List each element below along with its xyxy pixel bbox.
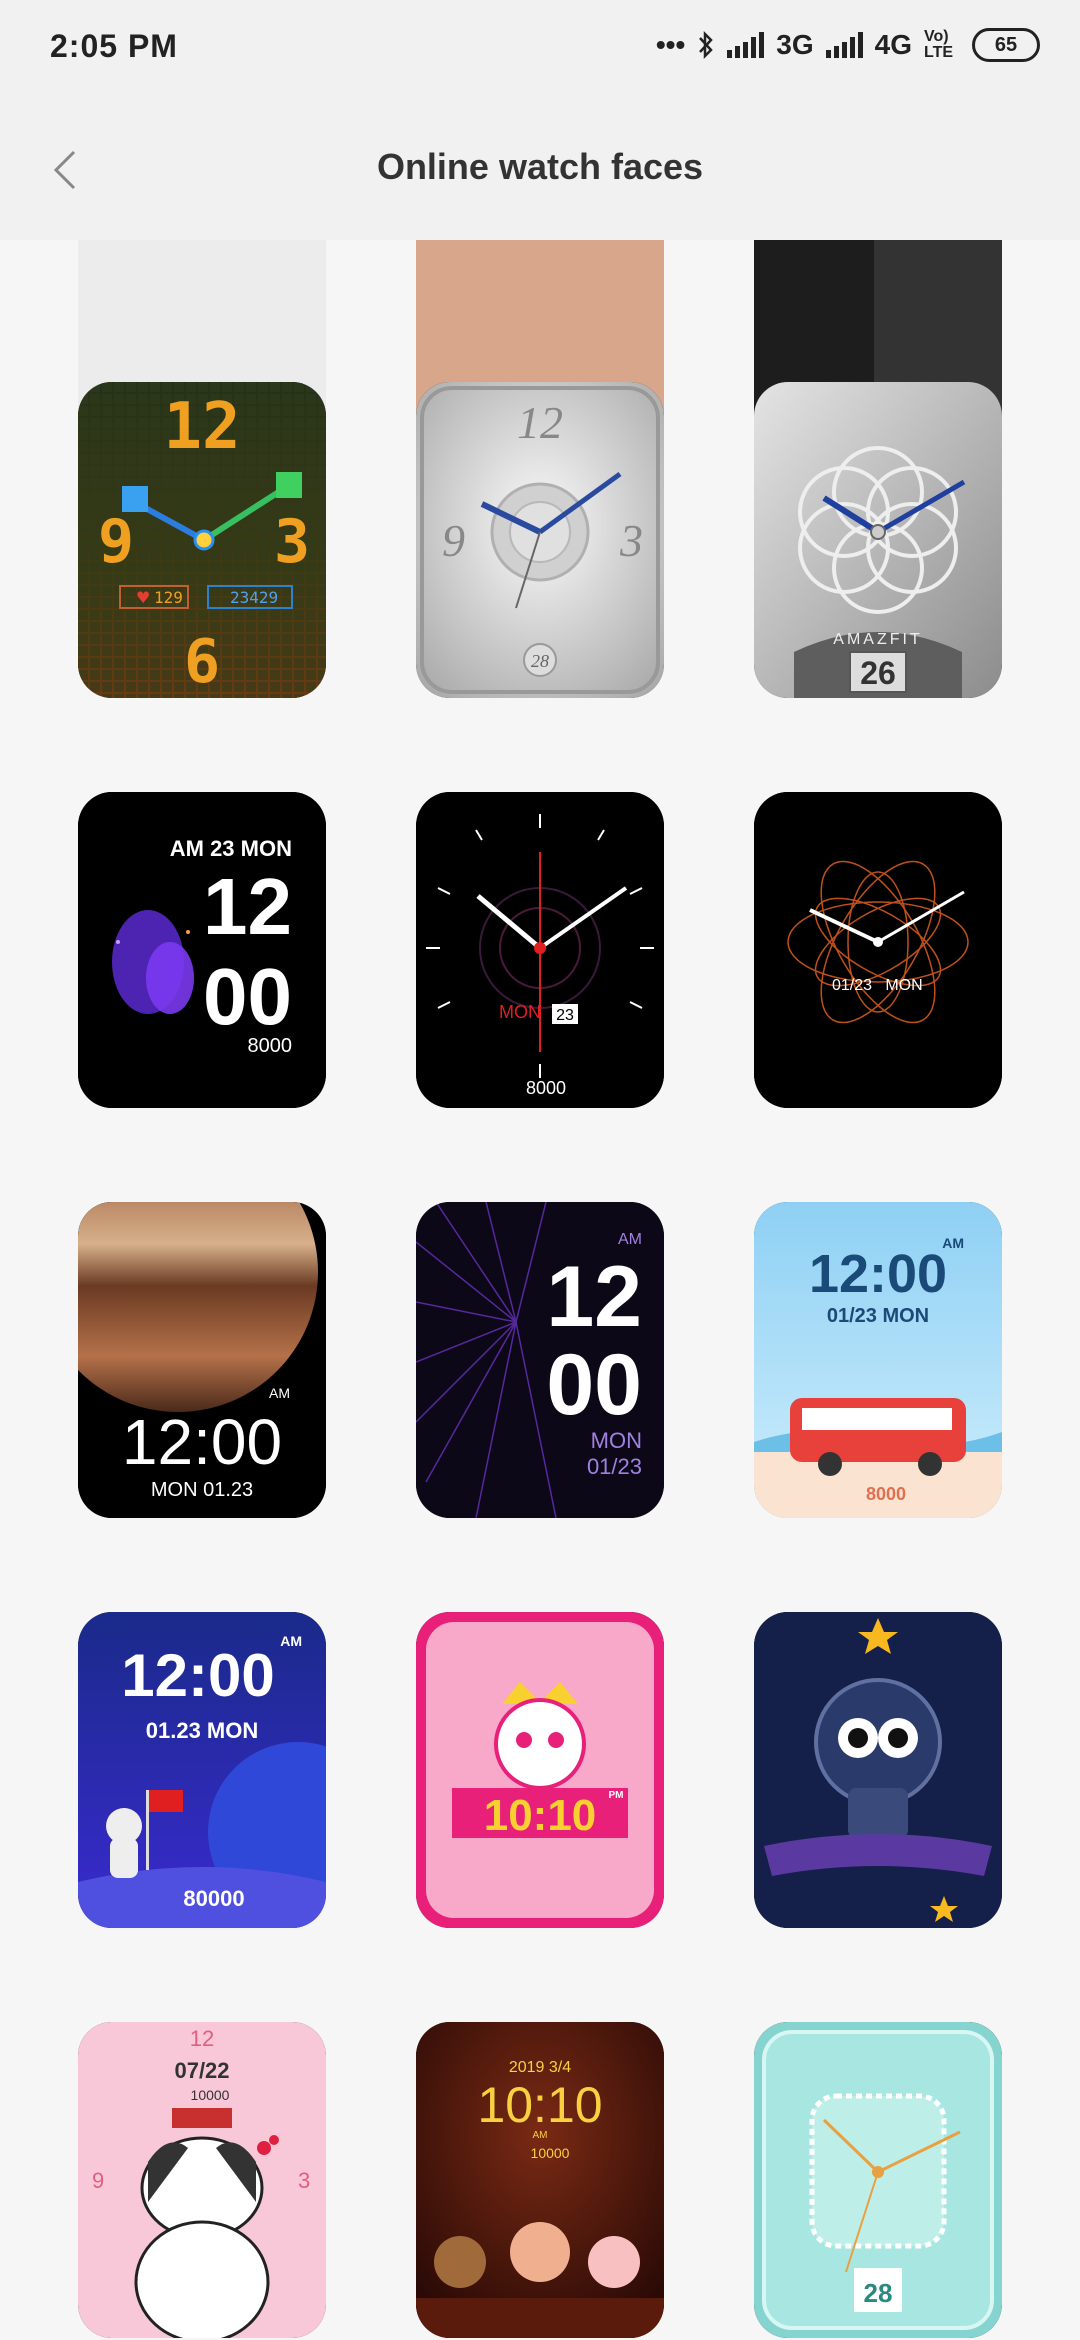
svg-text:9: 9: [92, 2168, 104, 2193]
svg-text:12:00: 12:00: [809, 1244, 947, 1304]
svg-text:10000: 10000: [531, 2145, 570, 2161]
watch-face-grid: V I V 12 9 3 6 ♥ 129 23429: [0, 240, 1080, 2340]
network-label-2: 4G: [874, 29, 912, 60]
svg-text:10:10: 10:10: [484, 1791, 597, 1840]
svg-text:9: 9: [98, 507, 134, 577]
svg-text:07/22: 07/22: [174, 2058, 229, 2083]
svg-text:MON: MON: [499, 1002, 541, 1022]
svg-text:AM 23 MON: AM 23 MON: [170, 836, 292, 861]
watch-face-beach-van[interactable]: AM 12:00 01/23 MON 8000: [754, 1202, 1002, 1518]
svg-text:00: 00: [203, 952, 292, 1041]
watch-face-orange-lissajous[interactable]: 01/23 MON: [754, 792, 1002, 1108]
watch-face-pixel-game[interactable]: 12 9 3 6 ♥ 129 23429: [78, 382, 326, 698]
watch-face-pink-cat[interactable]: 12 07/22 10000 9 3 6: [78, 2022, 326, 2338]
svg-text:AM: AM: [533, 2130, 548, 2141]
svg-text:01/23 MON: 01/23 MON: [827, 1305, 929, 1327]
svg-text:MON 01.23: MON 01.23: [151, 1479, 253, 1501]
status-bar: 2:05 PM ••• 3G 4G Vo) LTE 65: [0, 0, 1080, 100]
status-icons: ••• 3G 4G Vo) LTE 65: [656, 28, 1040, 62]
svg-text:80000: 80000: [183, 1886, 244, 1911]
more-dots-icon: •••: [655, 29, 686, 60]
svg-text:AM: AM: [618, 1231, 642, 1248]
watch-face-silver-rosette[interactable]: AMAZFIT 26: [754, 382, 1002, 698]
bluetooth-icon: [699, 31, 714, 59]
watch-face-teal-lace[interactable]: 28: [754, 2022, 1002, 2338]
svg-text:01.23 MON: 01.23 MON: [146, 1718, 259, 1743]
svg-text:01/23: 01/23: [832, 977, 872, 994]
svg-text:01/23: 01/23: [587, 1454, 642, 1479]
svg-text:MON: MON: [885, 977, 922, 994]
signal-icon-1: [727, 32, 765, 58]
app-bar: Online watch faces: [0, 100, 1080, 240]
svg-text:26: 26: [860, 655, 896, 691]
svg-text:23429: 23429: [230, 588, 278, 607]
svg-text:129: 129: [154, 588, 183, 607]
watch-face-purple-rays[interactable]: AM 12 00 MON 01/23: [416, 1202, 664, 1518]
svg-text:28: 28: [531, 651, 549, 671]
network-label-1: 3G: [776, 29, 814, 60]
svg-text:10000: 10000: [191, 2087, 230, 2103]
svg-text:AM: AM: [280, 1633, 302, 1649]
svg-text:12: 12: [517, 397, 563, 448]
volte-label: Vo) LTE: [924, 28, 954, 61]
svg-text:6: 6: [184, 627, 220, 697]
signal-icon-2: [825, 32, 863, 58]
svg-text:PM: PM: [609, 1790, 624, 1801]
svg-text:8000: 8000: [526, 1078, 566, 1098]
svg-text:12:00: 12:00: [122, 1406, 282, 1478]
svg-text:AM: AM: [269, 1385, 290, 1401]
watch-face-astronaut-moon[interactable]: AM 12:00 01.23 MON 80000: [78, 1612, 326, 1928]
watch-face-pink-skull[interactable]: 10:10 PM: [416, 1612, 664, 1928]
svg-text:8000: 8000: [248, 1035, 293, 1057]
svg-text:28: 28: [864, 2278, 893, 2308]
page-title: Online watch faces: [376, 146, 704, 187]
svg-text:9: 9: [442, 515, 465, 566]
watch-face-navy-robot[interactable]: [754, 1612, 1002, 1928]
svg-text:2019 3/4: 2019 3/4: [509, 2059, 571, 2076]
svg-text:AMAZFIT: AMAZFIT: [833, 631, 922, 648]
watch-face-silver-flower[interactable]: 12 9 3 28: [416, 382, 664, 698]
svg-text:8000: 8000: [866, 1484, 906, 1504]
svg-text:10:10: 10:10: [477, 2077, 602, 2133]
svg-text:12: 12: [163, 390, 240, 464]
svg-text:23: 23: [556, 1007, 574, 1024]
watch-face-jupiter[interactable]: AM 12:00 MON 01.23: [78, 1202, 326, 1518]
battery-icon: 65: [972, 28, 1040, 62]
svg-text:12:00: 12:00: [121, 1642, 274, 1709]
svg-text:MON: MON: [591, 1428, 642, 1453]
battery-level: 65: [994, 33, 1018, 56]
svg-text:3: 3: [274, 507, 310, 577]
svg-text:12: 12: [190, 2026, 214, 2051]
svg-text:3: 3: [619, 515, 643, 566]
watch-face-bears-stage[interactable]: 2019 3/4 10:10 AM 10000: [416, 2022, 664, 2338]
svg-text:00: 00: [546, 1337, 642, 1433]
status-time: 2:05 PM: [50, 28, 178, 64]
svg-text:3: 3: [298, 2168, 310, 2193]
svg-text:♥: ♥: [136, 588, 150, 607]
watch-face-butterfly-digital[interactable]: AM 23 MON 12 00 8000: [78, 792, 326, 1108]
watch-face-black-analog-red[interactable]: MON 23 8000: [416, 792, 664, 1108]
svg-text:12: 12: [546, 1249, 642, 1345]
svg-text:12: 12: [203, 862, 292, 951]
